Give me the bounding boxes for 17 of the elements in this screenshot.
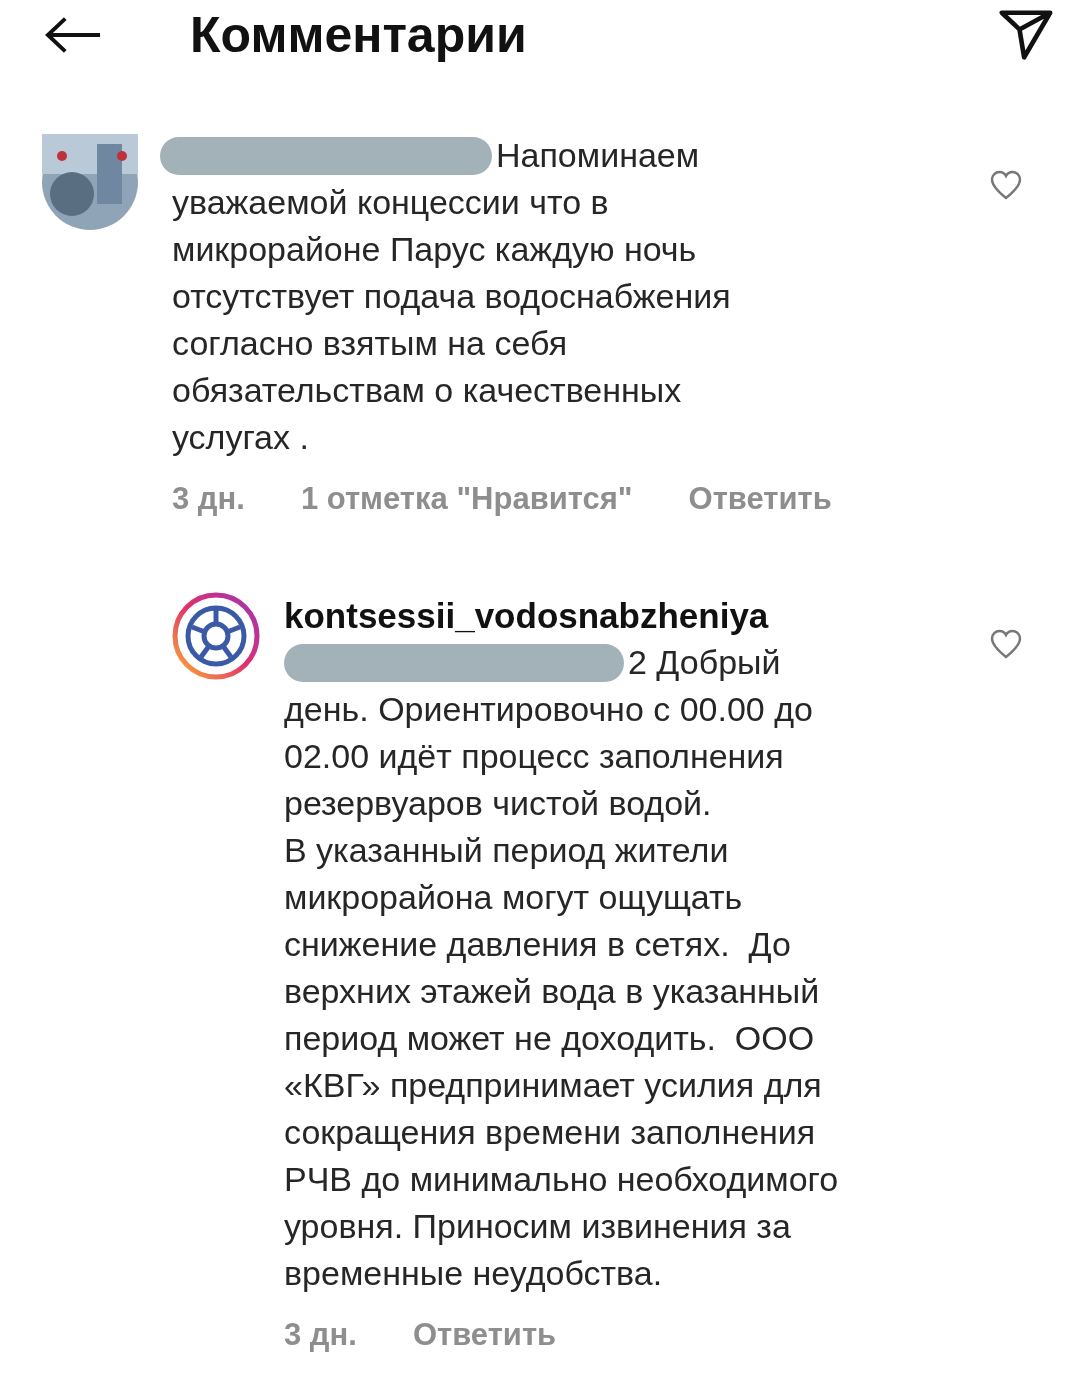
page-title: Комментарии bbox=[190, 6, 528, 64]
comment-time: 3 дн. bbox=[284, 1317, 357, 1353]
heart-icon[interactable] bbox=[990, 170, 1022, 200]
send-icon[interactable] bbox=[998, 9, 1054, 61]
heart-icon[interactable] bbox=[990, 629, 1022, 659]
avatar[interactable] bbox=[42, 134, 138, 230]
username[interactable]: kontsessii_vodosnabzheniya bbox=[284, 592, 1040, 639]
comment-text: день. Ориентировочно с 00.00 до 02.00 идёт процесс заполнения резервуаров чистой водой. В указанный период жители микрорайона могут ощущать снижение давления в сетях. До верхних этажей вода в указанный период может не доходить. ООО «КВГ» предпринимает усилия для сокращения времени заполнения РЧВ до минимально необходимого уровня. Приносим извинения за временные неудобства. bbox=[284, 689, 839, 1294]
comment-text: Напоминаем bbox=[496, 135, 700, 176]
likes-count[interactable]: 1 отметка "Нравится" bbox=[300, 481, 633, 517]
back-arrow-icon[interactable] bbox=[44, 15, 102, 55]
reply-link[interactable]: Ответить bbox=[688, 481, 832, 517]
comment-text: 2 Добрый bbox=[628, 642, 781, 683]
avatar[interactable] bbox=[172, 592, 260, 680]
comment-time: 3 дн. bbox=[172, 481, 245, 517]
comment-text: уважаемой концессии что в микрорайоне Парус каждую ночь отсутствует подача водоснабжения согласно взятым на себя обязательствам о качественных услугах . bbox=[172, 182, 731, 458]
reply-link[interactable]: Ответить bbox=[412, 1317, 557, 1353]
